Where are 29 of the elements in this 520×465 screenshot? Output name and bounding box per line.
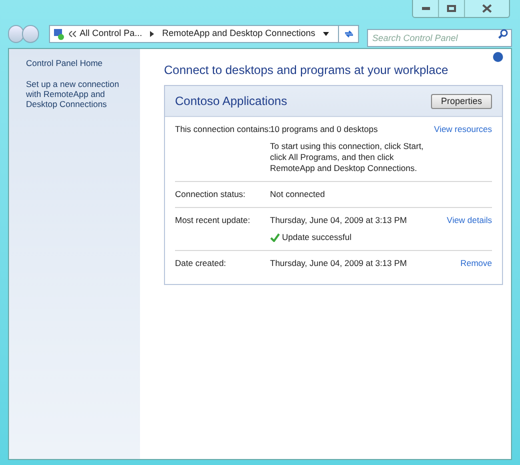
field-value: Thursday, June 04, 2009 at 3:13 PM: [270, 258, 408, 269]
field-label: Date created:: [175, 258, 228, 269]
address-bar[interactable]: All Control Pa... RemoteApp and Desktop Connections: [48, 25, 360, 43]
refresh-icon[interactable]: [344, 29, 354, 39]
overflow-icon: [68, 31, 76, 37]
field-label: Connection status:: [175, 189, 246, 200]
field-value: Thursday, June 04, 2009 at 3:13 PM: [270, 215, 408, 226]
search-field[interactable]: Search Control Panel: [367, 29, 512, 47]
action-link[interactable]: View resources: [434, 124, 492, 135]
page-heading: Connect to desktops and programs at your workplace: [164, 62, 450, 79]
sidebar-link[interactable]: Control Panel Home: [26, 58, 136, 68]
action-link[interactable]: View details: [446, 215, 492, 226]
field-value: Not connected: [270, 189, 326, 200]
properties-button[interactable]: Properties: [430, 94, 492, 108]
field-label: This connection contains:: [175, 124, 270, 135]
instruction-text: To start using this connection, click Start, click All Programs, and then click RemoteApp and Desktop Connections.: [270, 141, 425, 174]
action-link[interactable]: Remove: [460, 258, 492, 269]
control-panel-icon: [52, 28, 65, 40]
field-value: 10 programs and 0 desktops: [270, 124, 379, 135]
field-label: Most recent update:: [175, 215, 252, 226]
sidebar-link[interactable]: Set up a new connection with RemoteApp and Desktop Connections: [26, 79, 136, 109]
card-title: Contoso Applications: [175, 93, 288, 110]
chevron-icon: [150, 31, 154, 37]
breadcrumb[interactable]: RemoteApp and Desktop Connections: [162, 27, 316, 41]
dropdown-icon[interactable]: [323, 32, 330, 36]
breadcrumb[interactable]: All Control Pa...: [80, 27, 142, 41]
search-icon[interactable]: [498, 29, 508, 39]
update-status: Update successful: [282, 232, 352, 243]
check-icon: [270, 233, 280, 242]
